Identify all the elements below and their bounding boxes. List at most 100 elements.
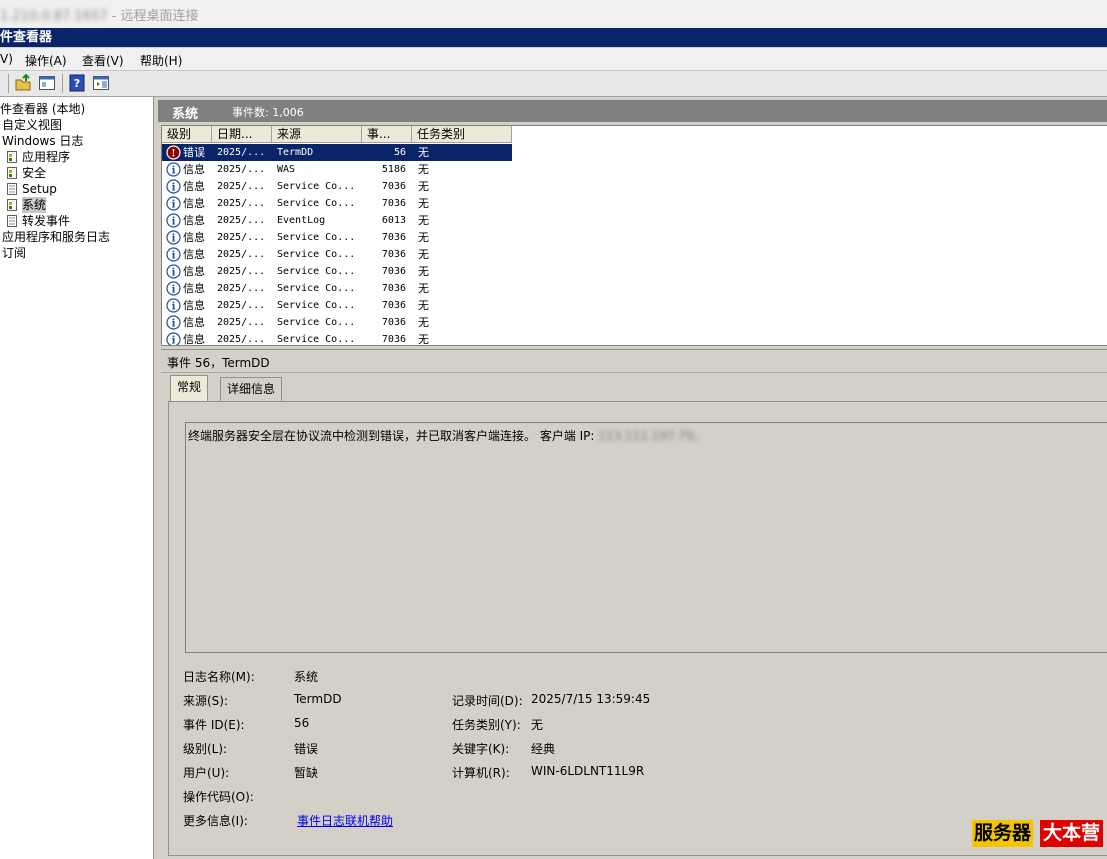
field-value: 2025/7/15 13:59:45 (531, 692, 651, 706)
info-icon: i (166, 179, 181, 194)
cell-task-category: 无 (418, 163, 429, 176)
svg-text:i: i (172, 302, 176, 313)
rdp-host-address: 1.210.0.87.1657 (0, 9, 108, 24)
event-row[interactable]: i 信息 2025/... Service Co... 7036 无 (162, 246, 512, 263)
cell-source: Service Co... (277, 300, 356, 311)
help-icon[interactable]: ? (68, 74, 86, 92)
event-row[interactable]: i 信息 2025/... Service Co... 7036 无 (162, 263, 512, 280)
cell-task-category: 无 (418, 214, 429, 227)
svg-text:i: i (172, 200, 176, 211)
cell-task-category: 无 (418, 197, 429, 210)
toolbar-separator (8, 74, 9, 93)
menu-help[interactable]: 帮助(H) (140, 52, 182, 69)
log-header: 系统 事件数: 1,006 (158, 100, 1107, 122)
online-help-link[interactable]: 事件日志联机帮助 (297, 812, 393, 829)
cell-date: 2025/... (217, 147, 266, 158)
tab-details[interactable]: 详细信息 (220, 377, 283, 401)
tree-item-label: Windows 日志 (2, 134, 84, 148)
event-row[interactable]: i 信息 2025/... EventLog 6013 无 (162, 212, 512, 229)
cell-event-id: 56 (393, 147, 406, 158)
event-row[interactable]: i 信息 2025/... WAS 5186 无 (162, 161, 512, 178)
info-icon: i (166, 281, 181, 296)
field-label: 关键字(K): (452, 742, 510, 756)
cell-level: 信息 (183, 214, 205, 227)
field-value: TermDD (294, 692, 342, 706)
menu-action[interactable]: 操作(A) (25, 52, 67, 69)
column-header-source[interactable]: 来源 (272, 126, 362, 143)
tree-item-label: 应用程序 (22, 150, 71, 164)
cell-source: Service Co... (277, 317, 356, 328)
field-label: 操作代码(O): (183, 790, 254, 804)
field-value: 56 (294, 716, 310, 730)
event-count: 事件数: 1,006 (232, 106, 304, 119)
tree-item-label: 系统 (22, 197, 47, 213)
event-message: 终端服务器安全层在协议流中检测到错误，并已取消客户端连接。 客户端 IP: 11… (188, 427, 706, 444)
event-row[interactable]: ! 错误 2025/... TermDD 56 无 (162, 144, 512, 161)
svg-text:i: i (172, 251, 176, 262)
cell-level: 信息 (183, 333, 205, 346)
menu-view[interactable]: 查看(V) (82, 52, 124, 69)
tree-item-label: 安全 (22, 166, 47, 180)
cell-task-category: 无 (418, 299, 429, 312)
event-row[interactable]: i 信息 2025/... Service Co... 7036 无 (162, 178, 512, 195)
info-icon: i (166, 213, 181, 228)
pane-splitter[interactable] (154, 97, 158, 859)
column-header-event-id[interactable]: 事... (362, 126, 412, 143)
tree-item-label: 件查看器 (本地) (0, 102, 86, 116)
cell-date: 2025/... (217, 334, 266, 345)
tree-item-label: Setup (22, 182, 57, 196)
svg-text:i: i (172, 217, 176, 228)
cell-event-id: 7036 (381, 334, 406, 345)
event-list: 级别 日期... 来源 事... 任务类别 ! 错误 2025/... TermDD 5… (161, 125, 1107, 346)
info-icon: i (166, 230, 181, 245)
event-row[interactable]: i 信息 2025/... Service Co... 7036 无 (162, 314, 512, 331)
event-row[interactable]: i 信息 2025/... Service Co... 7036 无 (162, 280, 512, 297)
cell-level: 错误 (183, 146, 205, 159)
cell-date: 2025/... (217, 164, 266, 175)
cell-task-category: 无 (418, 146, 429, 159)
field-label: 日志名称(M): (183, 670, 255, 684)
toolbar: ? (0, 71, 1107, 97)
show-hide-pane-icon[interactable] (92, 74, 110, 92)
menu-bar: V) 操作(A) 查看(V) 帮助(H) (0, 48, 1107, 71)
event-message-box[interactable]: 终端服务器安全层在协议流中检测到错误，并已取消客户端连接。 客户端 IP: 11… (185, 422, 1107, 653)
cell-level: 信息 (183, 282, 205, 295)
cell-source: EventLog (277, 215, 326, 226)
log-icon (7, 151, 17, 163)
field-value: 暂缺 (294, 766, 319, 780)
menu-view-partial[interactable]: V) (0, 52, 13, 66)
info-icon: i (166, 332, 181, 347)
field-label: 更多信息(I): (183, 814, 248, 828)
event-row[interactable]: i 信息 2025/... Service Co... 7036 无 (162, 331, 512, 347)
cell-event-id: 7036 (381, 181, 406, 192)
cell-level: 信息 (183, 265, 205, 278)
navigation-tree: 件查看器 (本地) 自定义视图 Windows 日志 应用程序 安全 Setup 系统 转发事… (0, 97, 154, 859)
field-label: 事件 ID(E): (183, 718, 245, 732)
event-row[interactable]: i 信息 2025/... Service Co... 7036 无 (162, 297, 512, 314)
column-header-date[interactable]: 日期... (212, 126, 272, 143)
svg-text:i: i (172, 336, 176, 347)
cell-source: Service Co... (277, 232, 356, 243)
column-header-task-category[interactable]: 任务类别 (412, 126, 512, 143)
event-row[interactable]: i 信息 2025/... Service Co... 7036 无 (162, 195, 512, 212)
cell-date: 2025/... (217, 232, 266, 243)
tree-item-label: 转发事件 (22, 214, 71, 228)
column-header-level[interactable]: 级别 (162, 126, 212, 143)
cell-event-id: 7036 (381, 249, 406, 260)
page-icon (7, 183, 17, 195)
cell-source: Service Co... (277, 198, 356, 209)
cell-level: 信息 (183, 248, 205, 261)
svg-text:!: ! (171, 149, 175, 160)
cell-source: Service Co... (277, 249, 356, 260)
tab-general[interactable]: 常规 (170, 375, 209, 402)
up-folder-icon[interactable] (14, 74, 32, 92)
log-title: 系统 (172, 107, 199, 122)
info-icon: i (166, 298, 181, 313)
client-ip: 113.111.197.79。 (598, 429, 706, 443)
properties-icon[interactable] (38, 74, 56, 92)
info-icon: i (166, 264, 181, 279)
tab-general-content: 终端服务器安全层在协议流中检测到错误，并已取消客户端连接。 客户端 IP: 11… (168, 401, 1107, 856)
log-icon (7, 167, 17, 179)
cell-level: 信息 (183, 180, 205, 193)
event-row[interactable]: i 信息 2025/... Service Co... 7036 无 (162, 229, 512, 246)
